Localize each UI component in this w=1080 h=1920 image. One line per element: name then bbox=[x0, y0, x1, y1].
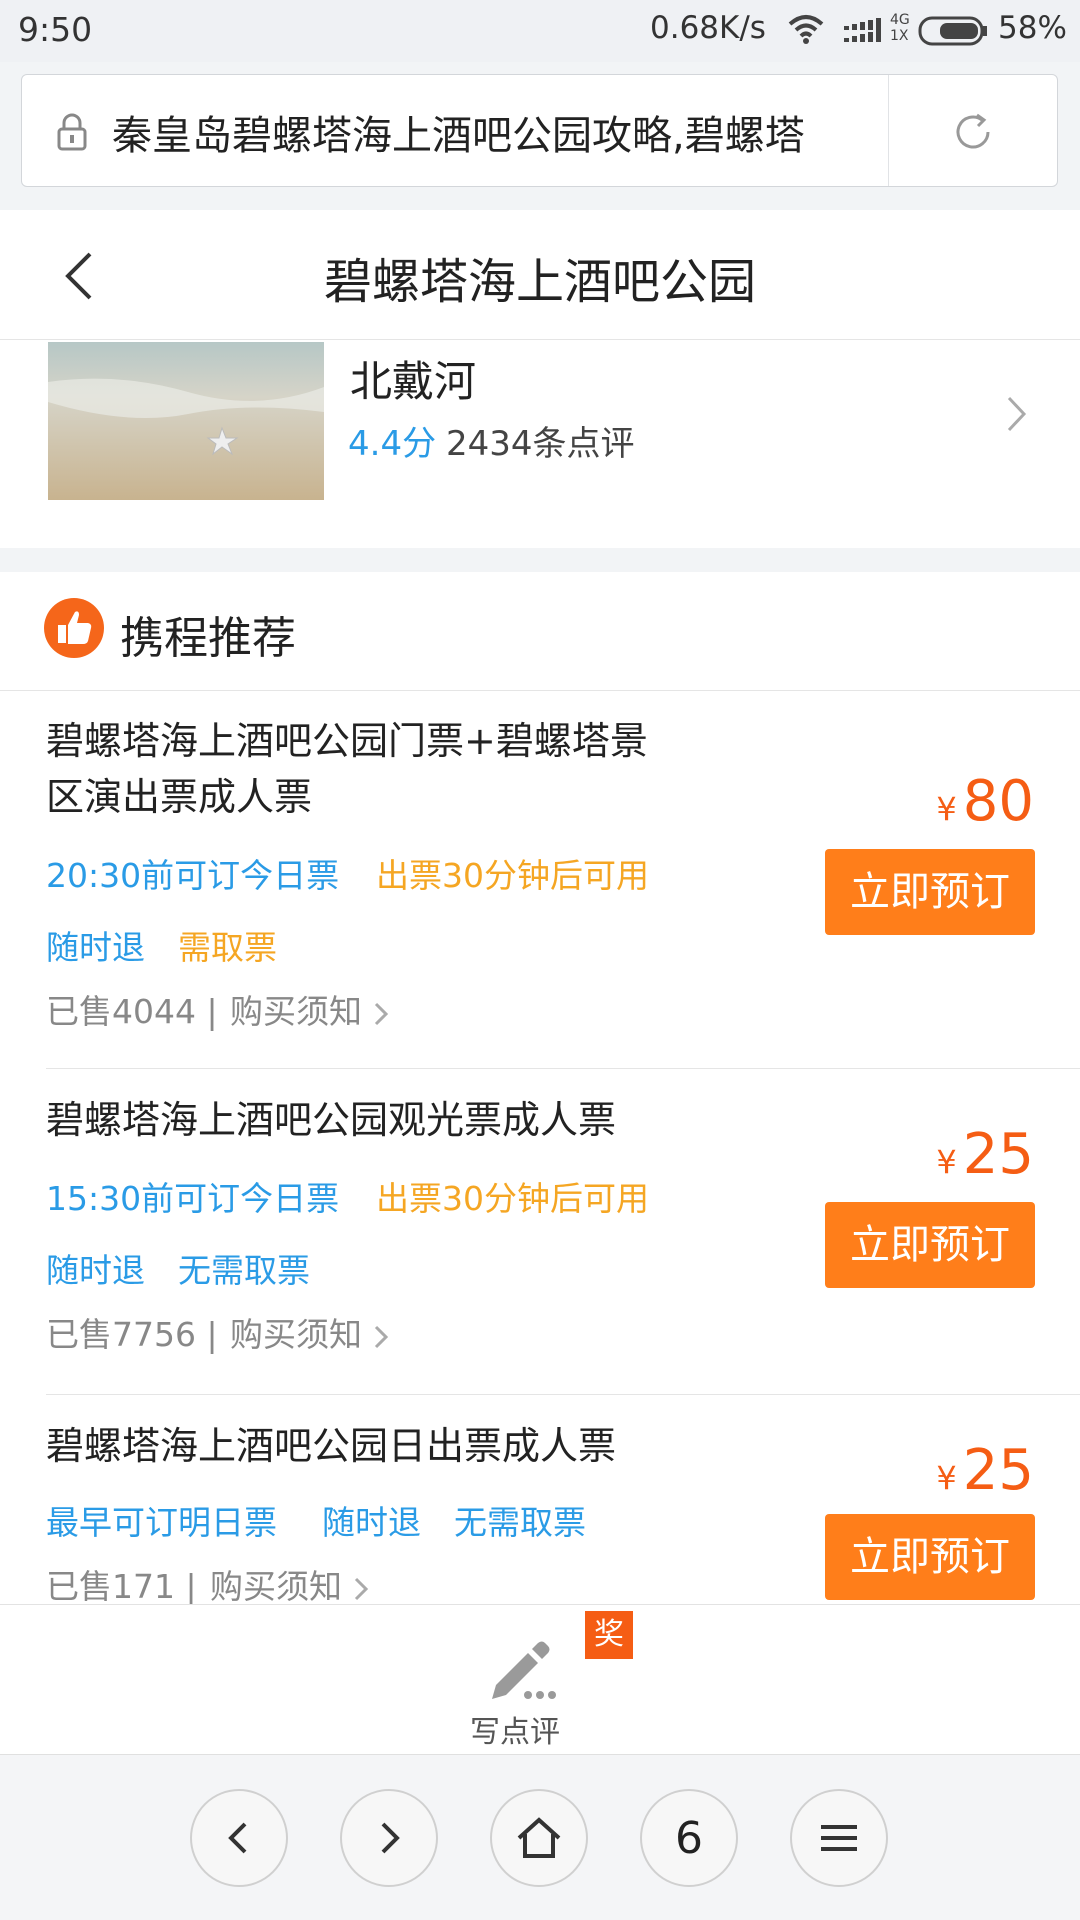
destination-name: 北戴河 bbox=[350, 357, 477, 406]
pickup-tag: 需取票 bbox=[178, 928, 277, 967]
product-price: ¥25 bbox=[936, 1122, 1034, 1187]
sold-count: 已售4044 | bbox=[46, 992, 218, 1031]
refund-tag: 随时退 bbox=[46, 1251, 145, 1290]
purchase-notice-link[interactable]: 购买须知 bbox=[210, 1560, 369, 1604]
thumbs-up-icon bbox=[44, 598, 104, 658]
recommend-title: 携程推荐 bbox=[120, 613, 296, 664]
status-bar: 9:50 0.68K/s 4G 1X 58% bbox=[0, 0, 1080, 62]
recommend-section: 携程推荐 碧螺塔海上酒吧公园门票+碧螺塔景 区演出票成人票 20:30前可订今日… bbox=[0, 572, 1080, 1604]
url-text[interactable]: 秦皇岛碧螺塔海上酒吧公园攻略,碧螺塔 bbox=[112, 103, 892, 161]
battery-icon bbox=[918, 16, 987, 46]
destination-reviews: 2434条点评 bbox=[446, 424, 635, 464]
refund-tag: 随时退 bbox=[322, 1503, 421, 1542]
product-item[interactable]: 碧螺塔海上酒吧公园观光票成人票 15:30前可订今日票 出票30分钟后可用 随时… bbox=[0, 1070, 1080, 1396]
destination-card[interactable]: 北戴河 4.4分 2434条点评 bbox=[0, 340, 1080, 548]
product-name: 碧螺塔海上酒吧公园观光票成人票 bbox=[46, 1098, 617, 1142]
forward-icon bbox=[381, 1822, 400, 1854]
browser-forward-button[interactable] bbox=[340, 1789, 438, 1887]
booking-time-tag: 15:30前可订今日票 bbox=[46, 1179, 340, 1218]
browser-home-button[interactable] bbox=[490, 1789, 588, 1887]
home-icon bbox=[517, 1817, 561, 1858]
product-price: ¥25 bbox=[936, 1438, 1034, 1503]
browser-menu-button[interactable] bbox=[790, 1789, 888, 1887]
write-review-label: 写点评 bbox=[470, 1715, 560, 1750]
product-item[interactable]: 碧螺塔海上酒吧公园门票+碧螺塔景 区演出票成人票 20:30前可订今日票 出票3… bbox=[0, 691, 1080, 1070]
browser-back-button[interactable] bbox=[190, 1789, 288, 1887]
status-time: 9:50 bbox=[18, 10, 93, 49]
tab-count: 6 bbox=[675, 1812, 703, 1864]
book-now-button[interactable]: 立即预订 bbox=[825, 1514, 1035, 1600]
menu-icon bbox=[821, 1825, 857, 1851]
book-now-button[interactable]: 立即预订 bbox=[825, 1202, 1035, 1288]
product-name: 碧螺塔海上酒吧公园门票+碧螺塔景 区演出票成人票 bbox=[46, 719, 648, 819]
lock-icon bbox=[57, 113, 87, 151]
refund-tag: 随时退 bbox=[46, 928, 145, 967]
product-price: ¥80 bbox=[936, 769, 1034, 834]
booking-time-tag: 最早可订明日票 bbox=[46, 1503, 277, 1542]
divider bbox=[46, 1068, 1080, 1069]
divider bbox=[46, 1394, 1080, 1395]
issue-time-tag: 出票30分钟后可用 bbox=[376, 1179, 649, 1218]
page-header: 碧螺塔海上酒吧公园 bbox=[0, 210, 1080, 340]
sold-count: 已售171 | bbox=[46, 1567, 197, 1604]
wifi-icon bbox=[788, 15, 824, 44]
booking-time-tag: 20:30前可订今日票 bbox=[46, 856, 340, 895]
destination-thumbnail bbox=[48, 342, 324, 500]
battery-percent: 58% bbox=[998, 10, 1067, 46]
reward-badge: 奖 bbox=[585, 1611, 633, 1659]
network-type: 4G 1X bbox=[890, 12, 910, 44]
chevron-right-icon bbox=[374, 1002, 388, 1025]
destination-score: 4.4分 bbox=[348, 424, 437, 464]
pickup-tag: 无需取票 bbox=[178, 1251, 310, 1290]
write-review-bar[interactable]: 奖 写点评 bbox=[0, 1604, 1080, 1754]
browser-bottom-bar: 6 bbox=[0, 1754, 1080, 1920]
browser-tabs-button[interactable]: 6 bbox=[640, 1789, 738, 1887]
sold-count: 已售7756 | bbox=[46, 1315, 218, 1354]
network-speed: 0.68K/s bbox=[650, 10, 766, 46]
book-now-button[interactable]: 立即预订 bbox=[825, 849, 1035, 935]
signal-icon bbox=[844, 18, 881, 42]
product-item[interactable]: 碧螺塔海上酒吧公园日出票成人票 最早可订明日票 随时退 无需取票 已售171 |… bbox=[0, 1396, 1080, 1604]
product-name: 碧螺塔海上酒吧公园日出票成人票 bbox=[46, 1424, 617, 1468]
url-bar[interactable]: 秦皇岛碧螺塔海上酒吧公园攻略,碧螺塔 bbox=[21, 74, 1058, 187]
refresh-icon[interactable] bbox=[952, 111, 994, 153]
issue-time-tag: 出票30分钟后可用 bbox=[376, 856, 649, 895]
chevron-right-icon bbox=[1007, 396, 1027, 432]
chevron-right-icon bbox=[354, 1577, 368, 1600]
page-title: 碧螺塔海上酒吧公园 bbox=[323, 254, 756, 310]
purchase-notice-link[interactable]: 购买须知 bbox=[230, 1308, 389, 1356]
chevron-right-icon bbox=[374, 1325, 388, 1348]
pencil-icon[interactable] bbox=[482, 1629, 574, 1705]
back-icon bbox=[228, 1822, 247, 1854]
purchase-notice-link[interactable]: 购买须知 bbox=[230, 985, 389, 1033]
pickup-tag: 无需取票 bbox=[454, 1503, 586, 1542]
url-divider bbox=[888, 75, 889, 186]
